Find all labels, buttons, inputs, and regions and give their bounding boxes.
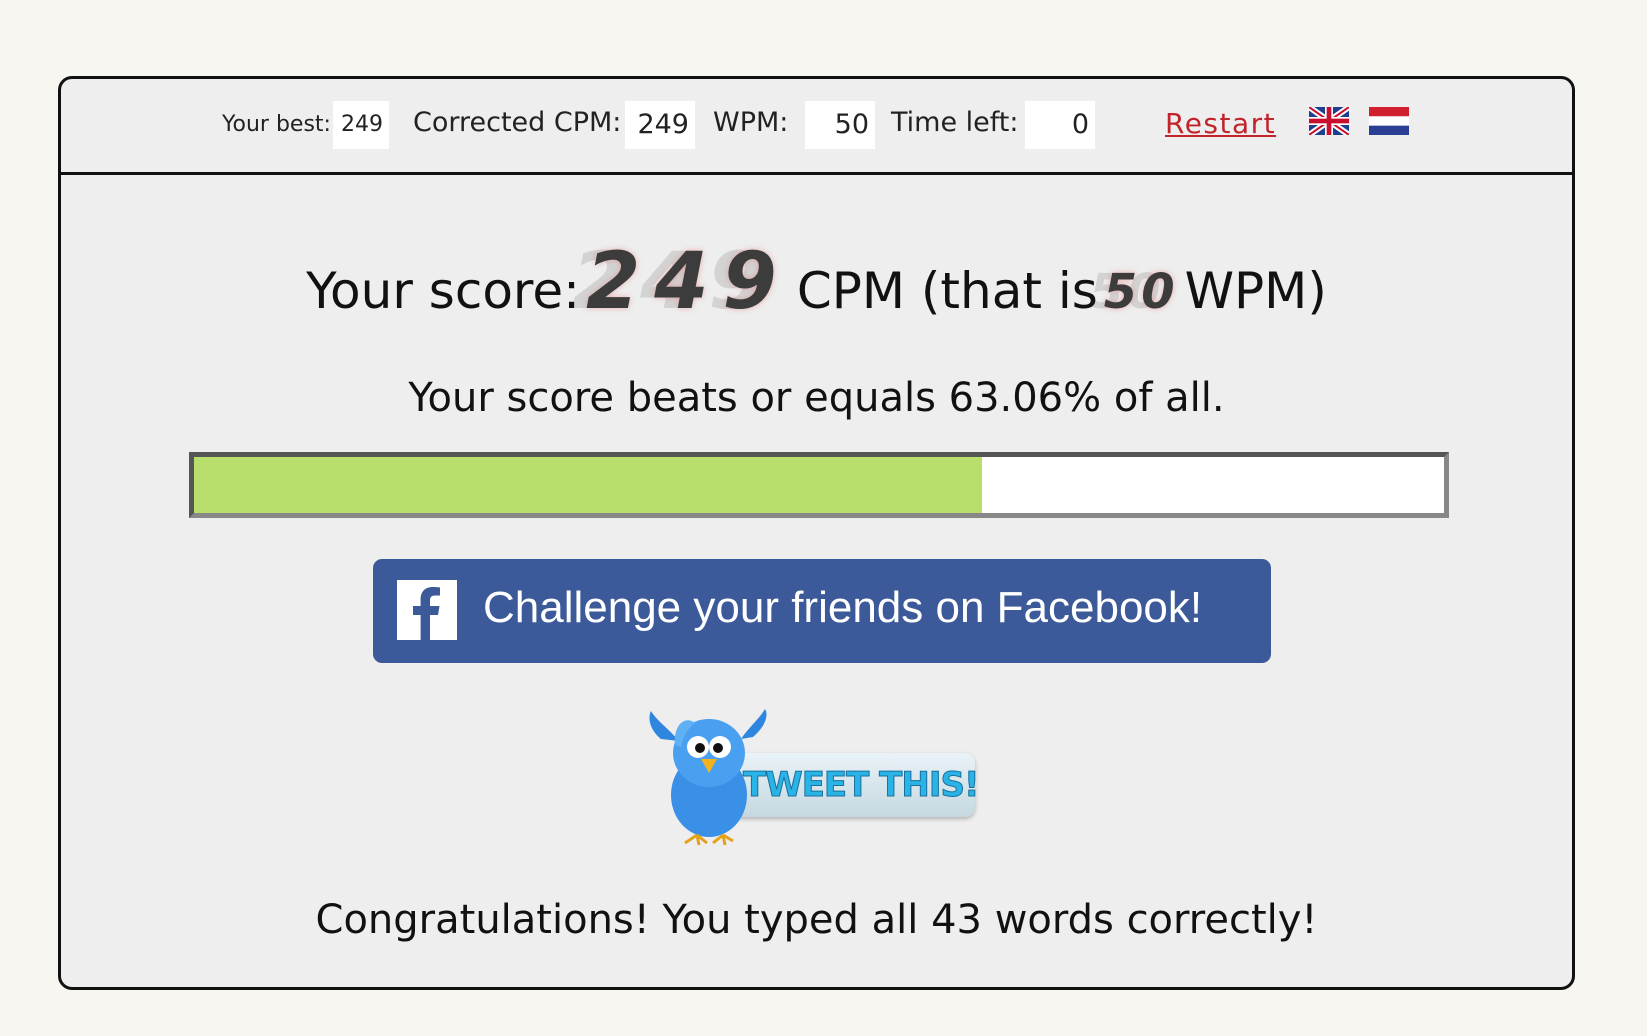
congratulations-message: Congratulations! You typed all 43 words … xyxy=(315,897,1318,943)
dutch-flag-icon[interactable] xyxy=(1369,107,1409,135)
facebook-challenge-label: Challenge your friends on Facebook! xyxy=(483,583,1203,632)
score-suffix: WPM) xyxy=(1184,262,1327,320)
percentile-text: Your score beats or equals 63.06% of all… xyxy=(408,375,1225,421)
wpm-label: WPM: xyxy=(713,107,789,138)
time-left-label: Time left: xyxy=(891,107,1019,138)
score-wpm-value: 50 xyxy=(1103,264,1179,320)
restart-link[interactable]: Restart xyxy=(1165,107,1276,140)
score-line: Your score:249 CPM (that is 50 WPM) xyxy=(61,237,1572,327)
facebook-challenge-button[interactable]: Challenge your friends on Facebook! xyxy=(373,559,1271,663)
corrected-cpm-label: Corrected CPM: xyxy=(413,107,622,138)
uk-flag-icon[interactable] xyxy=(1307,104,1351,138)
tweet-this-label: TWEET THIS! xyxy=(742,765,979,806)
percentile-progress-bar xyxy=(189,452,1449,518)
score-prefix: Your score: xyxy=(306,262,580,320)
percentile-progress-fill xyxy=(194,457,983,513)
facebook-icon xyxy=(397,580,457,640)
stats-bar: Your best: 249 Corrected CPM: 249 WPM: 5… xyxy=(61,79,1572,175)
score-cpm-value: 249 xyxy=(585,237,791,327)
score-middle: CPM (that is xyxy=(796,262,1098,320)
time-left-value: 0 xyxy=(1025,101,1095,149)
corrected-cpm-value: 249 xyxy=(625,101,695,149)
results-panel: Your best: 249 Corrected CPM: 249 WPM: 5… xyxy=(58,76,1575,990)
tweet-this-button[interactable]: TWEET THIS! xyxy=(645,703,1005,853)
best-label: Your best: xyxy=(222,112,331,137)
best-value: 249 xyxy=(333,101,389,149)
wpm-value: 50 xyxy=(805,101,875,149)
